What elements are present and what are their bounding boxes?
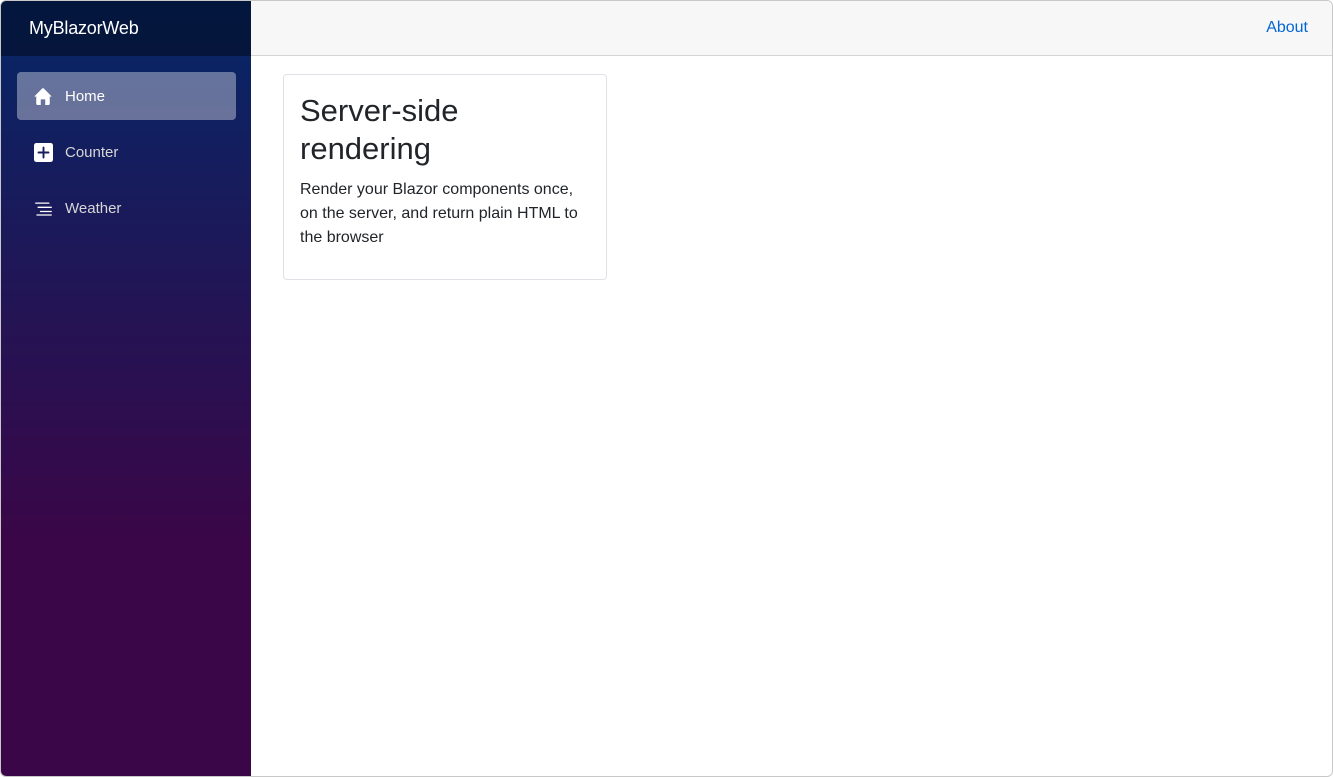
app-window: MyBlazorWeb Home Counter Weather About S… xyxy=(0,0,1333,777)
brand-bar: MyBlazorWeb xyxy=(1,1,251,56)
sidebar-item-label: Home xyxy=(65,87,106,105)
plus-square-icon xyxy=(33,142,53,162)
list-nested-icon xyxy=(33,198,53,218)
top-row: About xyxy=(251,1,1332,56)
content-area: Server-side rendering Render your Blazor… xyxy=(251,56,1332,280)
feature-card: Server-side rendering Render your Blazor… xyxy=(283,74,607,280)
card-title: Server-side rendering xyxy=(300,93,459,166)
sidebar-item-home[interactable]: Home xyxy=(17,72,236,120)
card-text: Render your Blazor components once, on t… xyxy=(300,181,578,246)
main-area: About Server-side rendering Render your … xyxy=(251,1,1332,776)
brand-link[interactable]: MyBlazorWeb xyxy=(29,18,139,39)
about-link[interactable]: About xyxy=(1266,19,1308,37)
nav-menu: Home Counter Weather xyxy=(1,56,251,240)
sidebar-item-counter[interactable]: Counter xyxy=(17,128,236,176)
sidebar-item-label: Weather xyxy=(65,199,122,217)
sidebar-item-label: Counter xyxy=(65,143,119,161)
sidebar: MyBlazorWeb Home Counter Weather xyxy=(1,1,251,776)
sidebar-item-weather[interactable]: Weather xyxy=(17,184,236,232)
home-icon xyxy=(33,86,53,106)
